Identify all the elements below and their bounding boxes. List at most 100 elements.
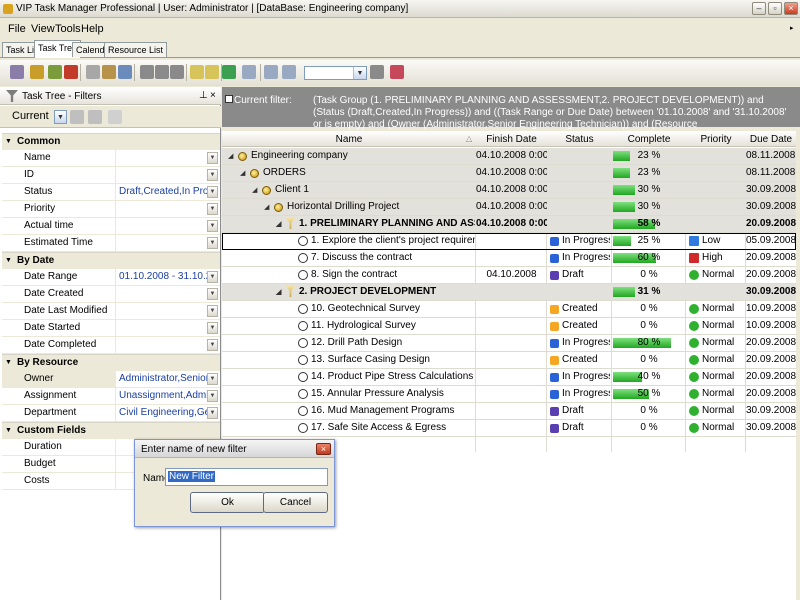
settings-icon[interactable] [370, 65, 384, 79]
menu-view[interactable]: View [31, 23, 55, 35]
table-row[interactable]: 11. Hydrological Survey Created 0 % Normal 1… [222, 318, 796, 335]
new-task-icon[interactable] [10, 65, 24, 79]
report-icon[interactable] [390, 65, 404, 79]
menu-close-icon[interactable]: ▸ [790, 24, 794, 32]
filter-row[interactable]: Date Last Modified ▼ [2, 303, 220, 320]
history-icon[interactable] [242, 65, 256, 79]
table-row[interactable]: 7. Discuss the contract In Progress 60 % Hi… [222, 250, 796, 267]
table-row[interactable]: 14. Product Pipe Stress Calculations In P… [222, 369, 796, 386]
copy-icon[interactable] [102, 65, 116, 79]
filter-row[interactable]: ID ▼ [2, 167, 220, 184]
table-row[interactable]: 1. Explore the client's project requirem… [222, 233, 796, 250]
collapse-icon[interactable]: ▼ [5, 423, 12, 439]
filter-icon[interactable] [86, 65, 100, 79]
expand-toggle-icon[interactable]: ◢ [276, 220, 281, 228]
add-filter-icon[interactable] [70, 110, 84, 124]
table-row[interactable]: 16. Mud Management Programs Draft 0 % Norma… [222, 403, 796, 420]
filter-row[interactable]: StatusDraft,Created,In Progress▼ [2, 184, 220, 201]
chevron-down-icon[interactable]: ▼ [55, 111, 66, 123]
filter-checkbox[interactable] [225, 95, 233, 103]
filter-row-value[interactable]: Unassignment,Administrator,Dr [117, 388, 207, 404]
cancel-button[interactable]: Cancel [263, 492, 328, 513]
filter-row[interactable]: Priority ▼ [2, 201, 220, 218]
filter-row-value[interactable] [117, 303, 207, 319]
expand-toggle-icon[interactable]: ◢ [240, 169, 245, 177]
table-row[interactable]: ◢ Client 1 04.10.2008 0:00 30 % 30.09.2008 [222, 182, 796, 199]
ok-button[interactable]: Ok [190, 492, 265, 513]
filter-row-value[interactable] [117, 150, 207, 166]
dropdown-arrow-icon[interactable]: ▼ [207, 220, 218, 232]
column-header[interactable]: Name [222, 134, 476, 145]
dropdown-arrow-icon[interactable]: ▼ [207, 186, 218, 198]
table-row[interactable]: 15. Annular Pressure Analysis In Progress… [222, 386, 796, 403]
expand-toggle-icon[interactable]: ◢ [228, 152, 233, 160]
dropdown-arrow-icon[interactable]: ▼ [207, 271, 218, 283]
collapse-icon[interactable]: ▼ [5, 253, 12, 269]
expand-toggle-icon[interactable]: ◢ [264, 203, 269, 211]
column-header[interactable]: Complete [612, 134, 686, 145]
filter-row-value[interactable] [117, 337, 207, 353]
filter-section[interactable]: ▼ By Resource [2, 354, 220, 371]
dropdown-arrow-icon[interactable]: ▼ [207, 322, 218, 334]
table-row[interactable]: 17. Safe Site Access & Egress Draft 0 % Nor… [222, 420, 796, 437]
filter-row[interactable]: OwnerAdministrator,Senior Engineering▼ [2, 371, 220, 388]
filter-section[interactable]: ▼ Common [2, 133, 220, 150]
dropdown-arrow-icon[interactable]: ▼ [207, 152, 218, 164]
dropdown-arrow-icon[interactable]: ▼ [207, 339, 218, 351]
filter-row-value[interactable] [117, 167, 207, 183]
dropdown-arrow-icon[interactable]: ▼ [207, 169, 218, 181]
filter-row-value[interactable]: Administrator,Senior Engineering [117, 371, 207, 387]
expand-toggle-icon[interactable]: ◢ [252, 186, 257, 194]
edit-task-icon[interactable] [48, 65, 62, 79]
dropdown-arrow-icon[interactable]: ▼ [207, 305, 218, 317]
dialog-close-button[interactable]: × [316, 443, 331, 455]
table-row[interactable]: ◢ 1. PRELIMINARY PLANNING AND ASSESSMENT0… [222, 216, 796, 233]
pin-icon[interactable]: ⊥ [199, 90, 208, 101]
dropdown-arrow-icon[interactable]: ▼ [207, 203, 218, 215]
column-header[interactable]: Priority [686, 134, 746, 145]
table-row[interactable]: ◢ ORDERS 04.10.2008 0:00 23 % 08.11.2008 [222, 165, 796, 182]
column-header[interactable]: Finish Date [476, 134, 547, 145]
dropdown-arrow-icon[interactable]: ▼ [207, 288, 218, 300]
menu-file[interactable]: File [8, 23, 26, 35]
toolbar-combo[interactable]: ▼ [304, 66, 367, 80]
filter-row[interactable]: Actual time ▼ [2, 218, 220, 235]
filter-row-value[interactable] [117, 218, 207, 234]
minimize-button[interactable]: – [752, 2, 766, 15]
filter-section[interactable]: ▼ Custom Fields [2, 422, 220, 439]
clear-filter-icon[interactable] [108, 110, 122, 124]
chevron-down-icon[interactable]: ▼ [353, 67, 366, 79]
table-row[interactable]: ◢ 2. PROJECT DEVELOPMENT 31 % 30.09.2008 [222, 284, 796, 301]
tab-resource-list[interactable]: Resource List [104, 42, 168, 57]
table-row[interactable]: 8. Sign the contract 04.10.2008 Draft 0 % No… [222, 267, 796, 284]
filter-row[interactable]: Name ▼ [2, 150, 220, 167]
dropdown-arrow-icon[interactable]: ▼ [207, 373, 218, 385]
filter-row[interactable]: DepartmentCivil Engineering,Geotechnical… [2, 405, 220, 422]
filter-row-value[interactable]: Draft,Created,In Progress [117, 184, 207, 200]
paste-icon[interactable] [118, 65, 132, 79]
current-filter-dropdown[interactable]: ▼ [54, 110, 67, 124]
table-row[interactable]: 10. Geotechnical Survey Created 0 % Normal 1… [222, 301, 796, 318]
menu-help[interactable]: Help [81, 23, 104, 35]
filter-row-value[interactable] [117, 235, 207, 251]
filter-row-value[interactable]: 01.10.2008 - 31.10.2008+Empty [117, 269, 207, 285]
expand-toggle-icon[interactable]: ◢ [276, 288, 281, 296]
sort-icon[interactable] [190, 65, 204, 79]
column-header[interactable]: Due Date [746, 134, 796, 145]
filter-name-input[interactable]: New Filter [165, 468, 328, 486]
filter-row[interactable]: Date Completed ▼ [2, 337, 220, 354]
maximize-button[interactable]: ▫ [768, 2, 782, 15]
filter-row[interactable]: Date Started ▼ [2, 320, 220, 337]
new-group-icon[interactable] [30, 65, 44, 79]
filter-row[interactable]: Date Created ▼ [2, 286, 220, 303]
filter-section[interactable]: ▼ By Date [2, 252, 220, 269]
dropdown-arrow-icon[interactable]: ▼ [207, 237, 218, 249]
move-down-icon[interactable] [170, 65, 184, 79]
dropdown-arrow-icon[interactable]: ▼ [207, 407, 218, 419]
table-row[interactable]: 13. Surface Casing Design Created 0 % Norma… [222, 352, 796, 369]
close-window-button[interactable]: × [784, 2, 798, 15]
menu-tools[interactable]: Tools [55, 23, 81, 35]
export-icon[interactable] [282, 65, 296, 79]
print-icon[interactable] [264, 65, 278, 79]
filter-row[interactable]: Date Range01.10.2008 - 31.10.2008+Empty▼ [2, 269, 220, 286]
